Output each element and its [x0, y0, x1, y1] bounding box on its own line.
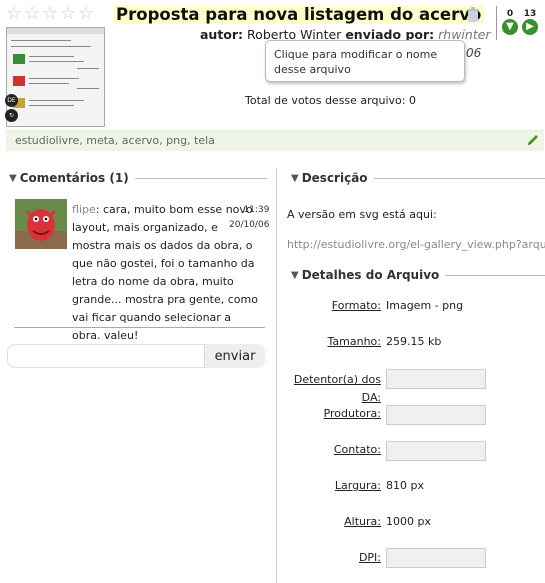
play-icon[interactable]: ▶ — [522, 19, 538, 35]
file-title[interactable]: Proposta para nova listagem do acervo — [113, 5, 485, 24]
comments-heading[interactable]: ▼ Comentários (1) — [9, 171, 267, 185]
column-divider — [276, 168, 277, 583]
star-icon[interactable]: ☆ — [42, 5, 58, 23]
divider — [14, 327, 265, 328]
detail-value-width: 810 px — [386, 479, 424, 492]
tag-list: estudiolivre, meta, acervo, png, tela — [15, 134, 215, 147]
rename-tooltip: Clique para modificar o nome desse arqui… — [265, 40, 465, 82]
tag-link[interactable]: estudiolivre — [15, 134, 79, 147]
collapse-triangle-icon[interactable]: ▼ — [291, 173, 299, 184]
comment-user[interactable]: flipe — [72, 203, 96, 216]
detail-label-producer: Produtora: — [323, 407, 381, 420]
detail-value-format: Imagem - png — [386, 299, 464, 312]
star-icon[interactable]: ☆ — [78, 5, 94, 23]
send-comment-button[interactable]: enviar — [205, 344, 265, 368]
tag-link[interactable]: tela — [194, 134, 215, 147]
vote-up-count: 13 — [523, 9, 537, 19]
contact-field[interactable] — [386, 441, 486, 461]
trash-icon[interactable] — [466, 7, 480, 23]
detail-label-format: Formato: — [331, 299, 381, 312]
comment-date: 20/10/06 — [229, 220, 270, 230]
detail-label-dpi: DPI: — [358, 551, 381, 564]
tag-link[interactable]: acervo — [122, 134, 159, 147]
pencil-icon[interactable] — [526, 133, 540, 147]
star-icon[interactable]: ☆ — [60, 5, 76, 23]
upload-date: 06 — [466, 46, 482, 60]
comment-input[interactable] — [7, 344, 205, 368]
detail-label-height: Altura: — [344, 515, 381, 528]
detail-value-height: 1000 px — [386, 515, 431, 528]
description-heading[interactable]: ▼ Descrição — [291, 171, 545, 185]
details-heading[interactable]: ▼ Detalhes do Arquivo — [291, 268, 545, 282]
star-icon[interactable]: ☆ — [24, 5, 40, 23]
description-text: A versão em svg está aqui: — [287, 208, 437, 221]
detail-label-width: Largura: — [334, 479, 381, 492]
vote-down-count: 0 — [506, 9, 514, 19]
votes-total: Total de votos desse arquivo: 0 — [245, 94, 416, 107]
detail-label-contact: Contato: — [333, 443, 381, 456]
producer-field[interactable] — [386, 405, 486, 425]
rating-stars[interactable]: ☆ ☆ ☆ ☆ ☆ — [6, 5, 94, 23]
comment-meta: 11:39 20/10/06 — [229, 203, 269, 233]
tag-bar: estudiolivre, meta, acervo, png, tela — [6, 130, 544, 151]
arrow-down-icon[interactable]: ▼ — [502, 19, 518, 35]
thumbnail-actions: DE ↻ — [5, 94, 18, 122]
dpi-field[interactable] — [386, 548, 486, 568]
vote-box: 0 ▼ 13 ▶ — [496, 6, 543, 40]
detail-label-size: Tamanho: — [327, 335, 381, 348]
avatar — [15, 199, 67, 249]
vote-up[interactable]: 13 ▶ — [521, 9, 539, 39]
vote-down[interactable]: 0 ▼ — [501, 9, 519, 39]
collapse-triangle-icon[interactable]: ▼ — [9, 173, 17, 184]
share-icon[interactable]: ↻ — [5, 109, 18, 122]
license-icon[interactable]: DE — [5, 94, 18, 107]
tag-link[interactable]: png — [166, 134, 187, 147]
comment-time: 11:39 — [243, 205, 270, 215]
description-url[interactable]: http://estudiolivre.org/el-gallery_view.… — [287, 238, 545, 251]
tag-link[interactable]: meta — [86, 134, 115, 147]
collapse-triangle-icon[interactable]: ▼ — [291, 270, 299, 281]
detail-label-rights-holder: Detentor(a) dos DA: — [293, 373, 381, 404]
author-label: autor: — [200, 27, 244, 42]
file-thumbnail[interactable] — [6, 27, 105, 127]
detail-value-size: 259.15 kb — [386, 335, 442, 348]
rights-holder-field[interactable] — [386, 369, 486, 389]
star-icon[interactable]: ☆ — [6, 5, 22, 23]
